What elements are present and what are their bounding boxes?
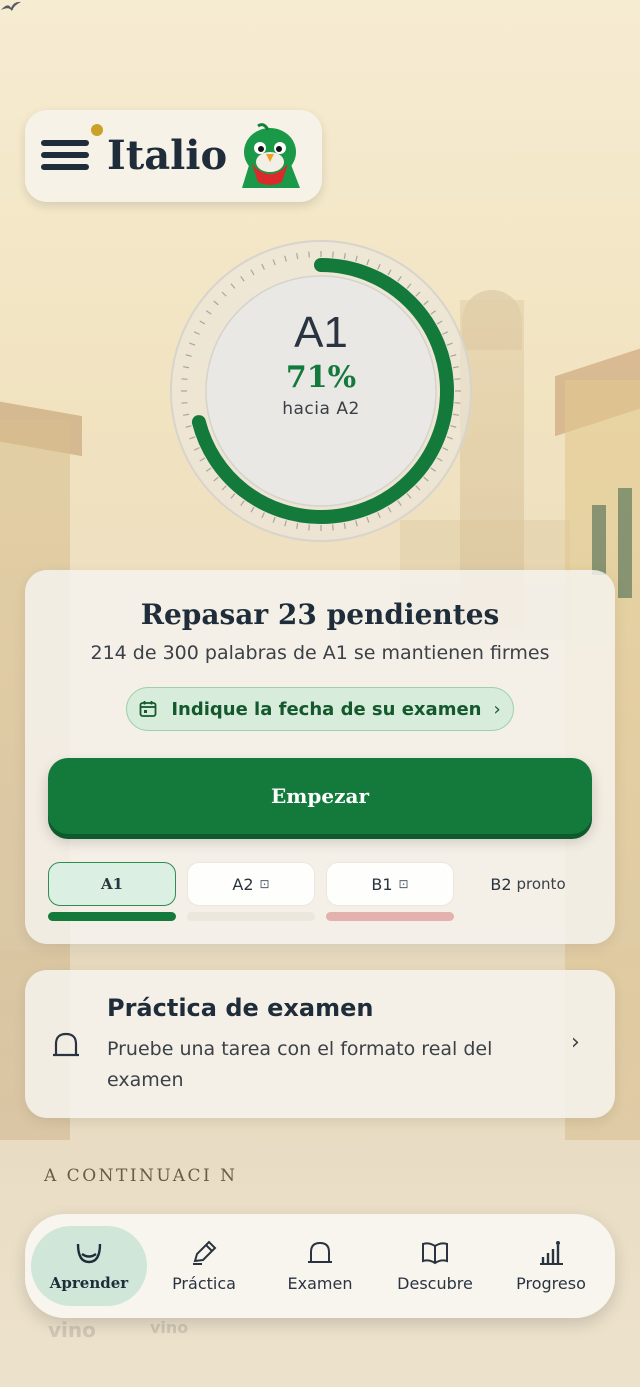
level-bar-a2: [187, 912, 315, 921]
level-progress-ring: A1 71% hacia A2: [168, 238, 474, 544]
practice-subtitle: Pruebe una tarea con el formato real del…: [107, 1038, 493, 1091]
bell-icon: [308, 1241, 332, 1263]
bottom-navigation: Aprender Práctica Examen Descubre Progre…: [25, 1214, 615, 1318]
dial-tick: [308, 251, 310, 258]
lock-icon: ⊡: [398, 877, 409, 891]
chevron-right-icon: ›: [571, 1030, 580, 1055]
nav-label: Descubre: [397, 1274, 473, 1293]
bell-icon: [53, 1032, 79, 1057]
level-tab-b2[interactable]: B2 pronto: [464, 862, 592, 906]
hamburger-menu-icon[interactable]: [41, 140, 89, 176]
dial-tick: [308, 524, 310, 531]
start-button[interactable]: Empezar: [48, 758, 592, 834]
level-tab-label: B2: [490, 874, 512, 894]
current-level: A1: [294, 308, 348, 357]
dial-tick: [454, 402, 461, 404]
nav-label: Progreso: [516, 1274, 586, 1293]
dial-tick: [181, 378, 188, 380]
practice-title: Práctica de examen: [107, 994, 374, 1022]
smile-icon: [76, 1243, 102, 1264]
review-subtitle: 214 de 300 palabras de A1 se mantienen f…: [90, 642, 550, 664]
app-title: Italio: [107, 132, 228, 179]
review-card: Repasar 23 pendientes 214 de 300 palabra…: [25, 570, 615, 944]
dial-tick: [332, 251, 334, 258]
coming-soon-badge: pronto: [516, 875, 566, 893]
pencil-icon: [193, 1240, 217, 1265]
nav-item-examen[interactable]: Examen: [262, 1226, 378, 1306]
level-tab-label: B1: [371, 874, 393, 894]
level-tab-label: A2: [232, 874, 254, 894]
nav-item-progreso[interactable]: Progreso: [493, 1226, 609, 1306]
nav-label: Examen: [287, 1274, 353, 1293]
nav-label: Aprender: [49, 1274, 129, 1292]
nav-label: Práctica: [172, 1274, 236, 1293]
lock-icon: ⊡: [259, 877, 270, 891]
ghost-text: vino: [48, 1318, 96, 1342]
level-tab-b1[interactable]: B1 ⊡: [326, 862, 454, 906]
level-tabs: A1 A2 ⊡ B1 ⊡ B2 pronto: [48, 862, 592, 922]
set-exam-date-button[interactable]: Indique la fecha de su examen ›: [126, 687, 514, 731]
notification-dot: [91, 124, 103, 136]
parrot-mascot-icon: [242, 123, 300, 188]
calendar-icon: [139, 701, 157, 717]
dial-tick: [181, 402, 188, 404]
review-title: Repasar 23 pendientes: [140, 598, 500, 631]
ghost-text: vino: [150, 1318, 189, 1337]
exam-date-label: Indique la fecha de su examen: [171, 698, 482, 720]
level-tab-label: A1: [100, 875, 124, 893]
level-bar-b1: [326, 912, 454, 921]
dial-tick: [332, 524, 334, 531]
chevron-right-icon: ›: [493, 698, 501, 720]
level-bar-a1: [48, 912, 176, 921]
bar-chart-icon: [540, 1241, 563, 1265]
exam-practice-card[interactable]: Práctica de examen Pruebe una tarea con …: [25, 970, 615, 1118]
nav-item-descubre[interactable]: Descubre: [377, 1226, 493, 1306]
start-button-label: Empezar: [271, 784, 369, 808]
level-tab-a1[interactable]: A1: [48, 862, 176, 906]
brand-header: Italio: [25, 110, 322, 202]
section-heading: A CONTINUACI N: [44, 1166, 238, 1186]
nav-item-aprender[interactable]: Aprender: [31, 1226, 147, 1306]
swallow-bird-icon: [1, 1, 21, 11]
progress-percent: 71%: [285, 360, 357, 395]
book-icon: [422, 1242, 448, 1265]
dial-tick: [454, 378, 461, 380]
nav-item-practica[interactable]: Práctica: [146, 1226, 262, 1306]
level-tab-a2[interactable]: A2 ⊡: [187, 862, 315, 906]
progress-target: hacia A2: [282, 399, 360, 419]
